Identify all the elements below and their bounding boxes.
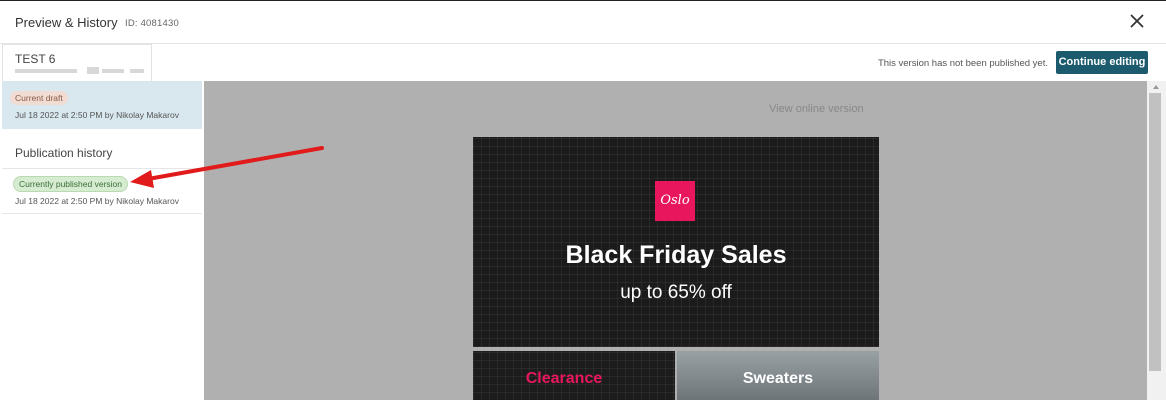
close-icon[interactable]	[1126, 10, 1148, 32]
published-version-badge: Currently published version	[13, 176, 128, 192]
divider	[2, 213, 202, 214]
scrollbar-thumb[interactable]	[1149, 93, 1161, 371]
page-title: Preview & History	[15, 15, 118, 30]
view-online-link[interactable]: View online version	[769, 103, 864, 115]
template-name: TEST 6	[15, 52, 56, 66]
scroll-up-arrow-icon[interactable]	[1153, 85, 1159, 89]
top-bar: Preview & History ID: 4081430	[0, 0, 1166, 44]
category-tiles: Clearance Sweaters	[473, 351, 879, 400]
brand-logo: Oslo	[655, 181, 695, 221]
preview-scrollbar[interactable]	[1147, 81, 1166, 400]
published-version-item[interactable]: Currently published version Jul 18 2022 …	[2, 169, 202, 213]
publish-status-note: This version has not been published yet.	[877, 58, 1048, 69]
current-draft-item[interactable]: Current draft Jul 18 2022 at 2:50 PM by …	[2, 81, 202, 129]
draft-meta: Jul 18 2022 at 2:50 PM by Nikolay Makaro…	[15, 110, 179, 120]
published-version-meta: Jul 18 2022 at 2:50 PM by Nikolay Makaro…	[15, 196, 179, 206]
toolbar-row: TEST 6 This version has not been publish…	[0, 44, 1166, 81]
redacted-text	[15, 69, 77, 73]
redacted-text	[87, 67, 99, 74]
email-preview-pane: View online version Oslo Black Friday Sa…	[204, 81, 1147, 400]
hero-headline: Black Friday Sales	[565, 241, 787, 269]
current-draft-badge: Current draft	[10, 91, 68, 105]
sweaters-label: Sweaters	[742, 370, 814, 387]
email-preview: Oslo Black Friday Sales up to 65% off Cl…	[473, 137, 879, 400]
redacted-text	[130, 69, 144, 73]
clearance-tile[interactable]: Clearance	[473, 351, 675, 400]
redacted-text	[102, 69, 124, 73]
template-id: ID: 4081430	[125, 18, 179, 29]
hero-subheadline: up to 65% off	[620, 282, 732, 303]
publication-history-heading: Publication history	[15, 146, 113, 160]
sweaters-tile[interactable]: Sweaters	[677, 351, 879, 400]
version-sidebar: Current draft Jul 18 2022 at 2:50 PM by …	[0, 81, 204, 400]
email-hero-banner: Oslo Black Friday Sales up to 65% off	[473, 137, 879, 347]
template-info: TEST 6	[2, 44, 152, 81]
continue-editing-button[interactable]: Continue editing	[1056, 51, 1148, 74]
clearance-label: Clearance	[525, 370, 603, 387]
